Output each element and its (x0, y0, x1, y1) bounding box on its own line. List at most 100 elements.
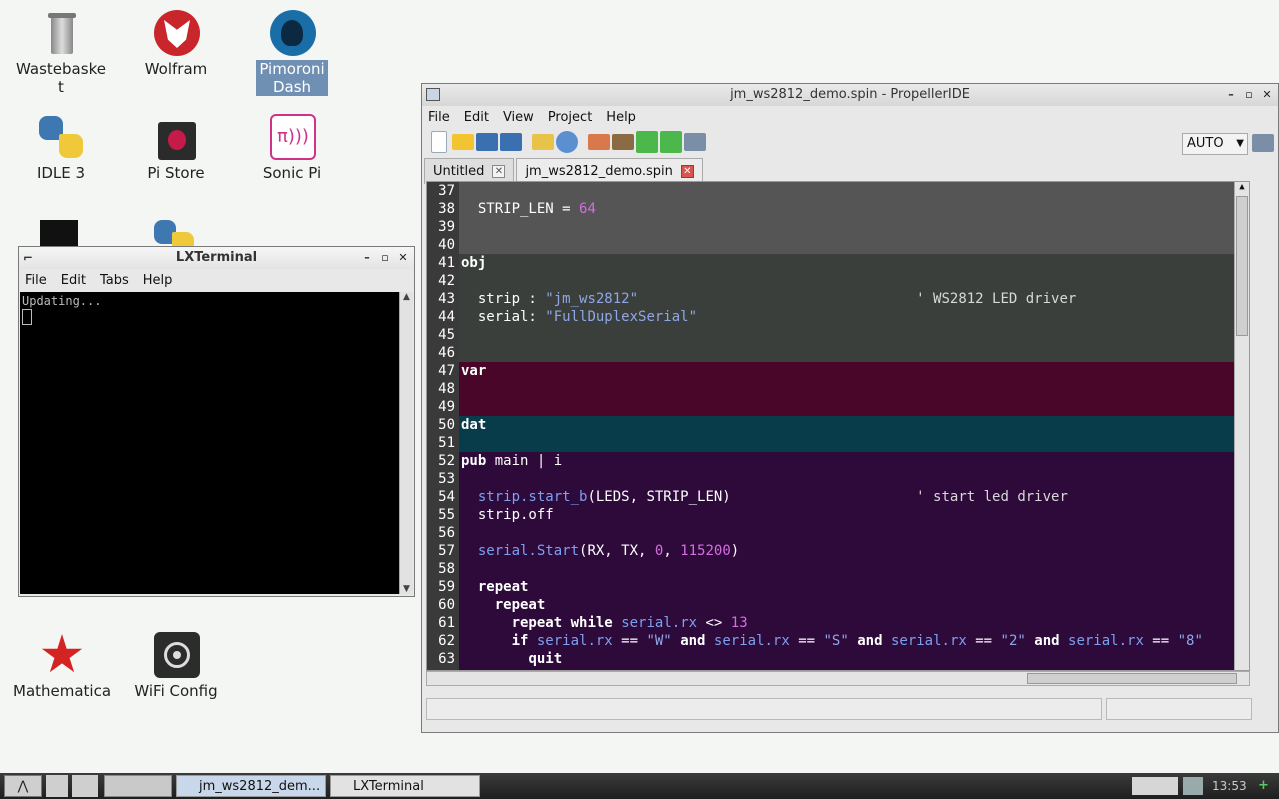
desktop-icon-wolfram[interactable]: Wolfram (126, 10, 226, 78)
port-select[interactable]: AUTO ▼ (1182, 133, 1248, 155)
clock[interactable]: 13:53 (1212, 773, 1247, 799)
code-line[interactable]: 54 strip.start_b(LEDS, STRIP_LEN) ' star… (427, 488, 1249, 506)
scroll-up-icon[interactable]: ▲ (1235, 182, 1249, 192)
menu-tabs[interactable]: Tabs (100, 273, 129, 288)
code-line[interactable]: 39 (427, 218, 1249, 236)
icon-label: Pi Store (147, 164, 205, 182)
code-line[interactable]: 49 (427, 398, 1249, 416)
workspace-switcher[interactable] (104, 775, 172, 797)
close-icon[interactable]: ✕ (396, 247, 410, 269)
task-label: jm_ws2812_dem... (199, 779, 321, 794)
settings-gear-icon[interactable] (556, 131, 578, 153)
hammer-icon[interactable] (612, 134, 634, 150)
line-number: 53 (427, 470, 459, 488)
scroll-up-icon[interactable]: ▲ (400, 292, 413, 302)
terminal-output[interactable]: Updating... (20, 292, 400, 594)
network-icon[interactable] (1183, 777, 1203, 795)
code-line[interactable]: 46 (427, 344, 1249, 362)
maximize-icon[interactable]: ▫ (1242, 84, 1256, 106)
code-line[interactable]: 37 (427, 182, 1249, 200)
open-folder-icon[interactable] (452, 134, 474, 150)
code-line[interactable]: 58 (427, 560, 1249, 578)
menu-launcher-icon[interactable]: ⋀ (4, 775, 42, 797)
code-line[interactable]: 41 obj (427, 254, 1249, 272)
terminal-monitor-icon[interactable] (684, 133, 706, 151)
desktop-icon-idle3[interactable]: IDLE 3 (11, 114, 111, 182)
serial-monitor-icon[interactable] (1252, 134, 1274, 152)
terminal-titlebar[interactable]: ⌐ LXTerminal – ▫ ✕ (19, 247, 414, 269)
code-line[interactable]: 55 strip.off (427, 506, 1249, 524)
code-line[interactable]: 47 var (427, 362, 1249, 380)
code-line[interactable]: 60 repeat (427, 596, 1249, 614)
minimize-icon[interactable]: – (360, 247, 374, 269)
propelleride-window[interactable]: jm_ws2812_demo.spin - PropellerIDE – ▫ ✕… (421, 83, 1279, 733)
code-line[interactable]: 44 serial: "FullDuplexSerial" (427, 308, 1249, 326)
menu-file[interactable]: File (428, 110, 450, 125)
terminal-menu-icon[interactable]: ⌐ (23, 247, 33, 269)
desktop-icon-pi-store[interactable]: Pi Store (126, 114, 226, 182)
desktop-icon-sonic-pi[interactable]: π))) Sonic Pi (242, 114, 342, 182)
ide-titlebar[interactable]: jm_ws2812_demo.spin - PropellerIDE – ▫ ✕ (422, 84, 1278, 106)
file-manager-icon[interactable] (46, 775, 68, 797)
project-icon[interactable] (532, 134, 554, 150)
code-line[interactable]: 43 strip : "jm_ws2812" ' WS2812 LED driv… (427, 290, 1249, 308)
menu-project[interactable]: Project (548, 110, 592, 125)
close-tab-icon[interactable]: ✕ (492, 165, 506, 178)
new-file-icon[interactable] (431, 131, 447, 153)
code-text: pub main | i (461, 453, 563, 469)
save-all-icon[interactable] (500, 133, 522, 151)
terminal-text: Updating... (22, 294, 102, 308)
menu-file[interactable]: File (25, 273, 47, 288)
menu-view[interactable]: View (503, 110, 534, 125)
vertical-scrollbar[interactable]: ▲ (1234, 182, 1249, 670)
download-ram-icon[interactable] (636, 131, 658, 153)
maximize-icon[interactable]: ▫ (378, 247, 392, 269)
desktop-icon-wifi-config[interactable]: WiFi Config (126, 632, 226, 700)
code-line[interactable]: 45 (427, 326, 1249, 344)
desktop-icon-wastebasket[interactable]: Wastebasket (11, 10, 111, 96)
code-text: var (461, 363, 487, 379)
desktop-icon-pimoroni-dash[interactable]: Pimoroni Dash (242, 10, 342, 96)
code-line[interactable]: 38 STRIP_LEN = 64 (427, 200, 1249, 218)
task-propelleride[interactable]: jm_ws2812_dem... (176, 775, 326, 797)
download-eeprom-icon[interactable] (660, 131, 682, 153)
code-line[interactable]: 53 (427, 470, 1249, 488)
save-icon[interactable] (476, 133, 498, 151)
minimize-icon[interactable]: – (1224, 84, 1238, 106)
code-line[interactable]: 57 serial.Start(RX, TX, 0, 115200) (427, 542, 1249, 560)
menu-edit[interactable]: Edit (464, 110, 489, 125)
close-icon[interactable]: ✕ (1260, 84, 1274, 106)
line-number: 60 (427, 596, 459, 614)
show-desktop-icon[interactable] (72, 775, 98, 797)
terminal-scrollbar[interactable]: ▲ ▼ (399, 292, 413, 594)
code-line[interactable]: 56 (427, 524, 1249, 542)
lxterminal-window[interactable]: ⌐ LXTerminal – ▫ ✕ File Edit Tabs Help U… (18, 246, 415, 597)
code-line[interactable]: 63 quit (427, 650, 1249, 668)
horizontal-scrollbar[interactable] (426, 671, 1250, 686)
task-lxterminal[interactable]: LXTerminal (330, 775, 480, 797)
code-line[interactable]: 42 (427, 272, 1249, 290)
scroll-thumb[interactable] (1236, 196, 1248, 336)
line-number: 42 (427, 272, 459, 290)
window-menu-icon[interactable] (426, 88, 440, 101)
desktop-icon-mathematica[interactable]: Mathematica (11, 632, 111, 700)
close-tab-icon[interactable]: ✕ (680, 165, 694, 178)
menu-help[interactable]: Help (606, 110, 636, 125)
add-icon[interactable]: + (1258, 773, 1269, 799)
trash-icon (37, 10, 85, 58)
code-line[interactable]: 52 pub main | i (427, 452, 1249, 470)
code-line[interactable]: 62 if serial.rx == "W" and serial.rx == … (427, 632, 1249, 650)
menu-help[interactable]: Help (143, 273, 173, 288)
code-line[interactable]: 50 dat (427, 416, 1249, 434)
scroll-thumb[interactable] (1027, 673, 1237, 684)
code-editor[interactable]: 37 38 STRIP_LEN = 64 39 40 41 obj 42 43 strip :… (426, 181, 1250, 671)
menu-edit[interactable]: Edit (61, 273, 86, 288)
code-line[interactable]: 61 repeat while serial.rx <> 13 (427, 614, 1249, 632)
scroll-down-icon[interactable]: ▼ (400, 584, 413, 594)
terminal-title: LXTerminal (175, 250, 258, 265)
code-line[interactable]: 40 (427, 236, 1249, 254)
code-line[interactable]: 48 (427, 380, 1249, 398)
build-icon[interactable] (588, 134, 610, 150)
code-line[interactable]: 51 (427, 434, 1249, 452)
code-line[interactable]: 59 repeat (427, 578, 1249, 596)
